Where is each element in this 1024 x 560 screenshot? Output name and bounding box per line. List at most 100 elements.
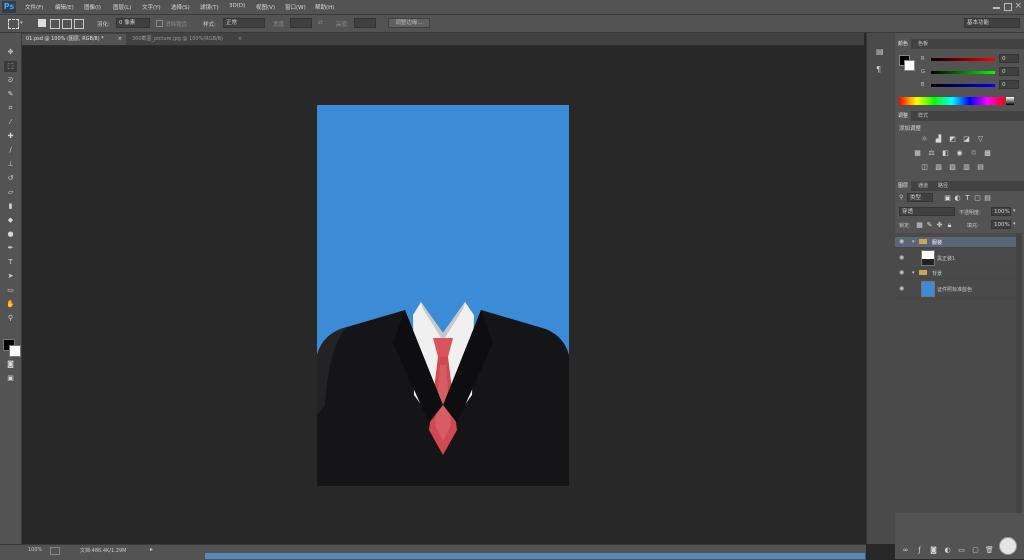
photo-filter-icon[interactable]: ◉ [955, 149, 964, 157]
crop-tool-icon[interactable]: ⌗ [4, 103, 17, 114]
menu-filter[interactable]: 滤镜(T) [200, 3, 219, 11]
layer-row-group-background[interactable]: ◉ ▾ 背景 [895, 268, 1016, 279]
move-tool-icon[interactable]: ✥ [4, 47, 17, 58]
refine-edge-button[interactable]: 调整边缘... [388, 18, 430, 28]
menu-help[interactable]: 帮助(H) [315, 3, 334, 11]
color-lookup-icon[interactable]: ▩ [983, 149, 992, 157]
channel-r-slider[interactable] [931, 58, 995, 61]
hue-saturation-icon[interactable]: ▦ [913, 149, 922, 157]
posterize-icon[interactable]: ▧ [934, 163, 943, 171]
channel-r-input[interactable]: 0 [999, 54, 1019, 63]
tab-paths[interactable]: 路径 [935, 181, 951, 191]
hand-tool-icon[interactable]: ✋ [4, 299, 17, 310]
pen-tool-icon[interactable]: ✒ [4, 243, 17, 254]
lock-paint-icon[interactable]: ✎ [925, 221, 934, 229]
width-input[interactable] [290, 18, 312, 28]
brush-tool-icon[interactable]: ∕ [4, 145, 17, 156]
filter-adjustment-icon[interactable]: ◐ [953, 194, 962, 202]
exposure-icon[interactable]: ◪ [962, 135, 971, 143]
filter-type-icon[interactable]: T [963, 194, 972, 202]
opacity-chevron-icon[interactable]: ▾ [1013, 208, 1016, 214]
channel-g-input[interactable]: 0 [999, 67, 1019, 76]
channel-b-input[interactable]: 0 [999, 80, 1019, 89]
menu-image[interactable]: 图像(I) [84, 3, 101, 11]
add-mask-icon[interactable]: ◙ [929, 546, 938, 554]
tab-01-psd[interactable]: 01.psd @ 100% (图层, RGB/8) * × [22, 34, 126, 45]
color-balance-icon[interactable]: ⚖ [927, 149, 936, 157]
visibility-eye-icon[interactable]: ◉ [899, 254, 904, 261]
new-group-icon[interactable]: ▭ [957, 546, 966, 554]
lock-transparent-icon[interactable]: ▦ [915, 221, 924, 229]
fill-input[interactable]: 100% [991, 220, 1011, 229]
clone-stamp-tool-icon[interactable]: ⊥ [4, 159, 17, 170]
close-window-icon[interactable]: × [1014, 1, 1022, 11]
menu-select[interactable]: 选择(S) [171, 3, 190, 11]
vibrance-icon[interactable]: ▽ [976, 135, 985, 143]
fill-chevron-icon[interactable]: ▾ [1013, 221, 1016, 227]
tab-adjustments[interactable]: 调整 [895, 111, 912, 121]
grayscale-ramp[interactable] [1006, 97, 1014, 105]
color-bg-swatch[interactable] [904, 60, 915, 71]
shape-tool-icon[interactable]: ▭ [4, 285, 17, 296]
eraser-tool-icon[interactable]: ▱ [4, 187, 17, 198]
gradient-tool-icon[interactable]: ▮ [4, 201, 17, 212]
visibility-eye-icon[interactable]: ◉ [899, 285, 904, 292]
menu-type[interactable]: 文字(Y) [142, 3, 161, 11]
antialias-checkbox[interactable] [156, 20, 163, 27]
layer-kind-filter[interactable]: 类型 [907, 193, 933, 202]
quick-mask-icon[interactable]: ◙ [4, 359, 17, 370]
type-tool-icon[interactable]: T [4, 257, 17, 268]
visibility-eye-icon[interactable]: ◉ [899, 269, 904, 276]
brightness-icon[interactable]: ☼ [920, 135, 929, 143]
menu-view[interactable]: 视图(V) [256, 3, 275, 11]
path-select-tool-icon[interactable]: ➤ [4, 271, 17, 282]
layer-style-icon[interactable]: ƒ [915, 546, 924, 554]
delete-layer-icon[interactable]: 🗑︎ [985, 546, 994, 554]
tab-close-icon[interactable]: × [118, 34, 122, 45]
tab-channels[interactable]: 通道 [915, 181, 931, 191]
gradient-map-icon[interactable]: ▥ [962, 163, 971, 171]
status-icon[interactable] [50, 547, 60, 555]
tab-picture-jpg[interactable]: 360截图_picture.jpg @ 100%(RGB/8) × [128, 34, 246, 45]
filter-pixel-icon[interactable]: ▣ [943, 194, 952, 202]
minimize-icon[interactable] [993, 7, 1000, 9]
link-layers-icon[interactable]: ∞ [901, 546, 910, 554]
filter-shape-icon[interactable]: ▢ [973, 194, 982, 202]
marquee-tool-icon[interactable] [8, 19, 19, 29]
healing-brush-tool-icon[interactable]: ✚ [4, 131, 17, 142]
new-layer-icon[interactable]: ▢ [971, 546, 980, 554]
expand-arrow-icon[interactable]: ▾ [912, 270, 915, 276]
add-selection-icon[interactable] [50, 19, 60, 29]
menu-window[interactable]: 窗口(W) [285, 3, 306, 11]
selective-color-icon[interactable]: ▤ [976, 163, 985, 171]
channel-b-slider[interactable] [931, 84, 995, 87]
filter-smart-icon[interactable]: ▤ [983, 194, 992, 202]
intersect-selection-icon[interactable] [74, 19, 84, 29]
tab-close-icon[interactable]: × [238, 34, 242, 45]
tab-styles[interactable]: 样式 [915, 111, 931, 121]
feather-input[interactable]: 0 像素 [116, 18, 150, 28]
status-menu-arrow-icon[interactable]: ▸ [150, 546, 153, 553]
new-selection-icon[interactable] [38, 19, 46, 27]
blur-tool-icon[interactable]: ◆ [4, 215, 17, 226]
menu-edit[interactable]: 编辑(E) [55, 3, 74, 11]
history-panel-icon[interactable]: ▤ [876, 47, 884, 56]
height-input[interactable] [354, 18, 376, 28]
menu-3d[interactable]: 3D(D) [229, 3, 245, 9]
layer-row-blue-background[interactable]: ◉ 证件照标准蓝色 [895, 279, 1016, 299]
background-color-swatch[interactable] [9, 345, 21, 357]
opacity-input[interactable]: 100% [991, 207, 1011, 216]
color-spectrum-bar[interactable] [899, 97, 1005, 105]
layer-row-suit[interactable]: ◉ 黑正装1 [895, 248, 1016, 268]
subtract-selection-icon[interactable] [62, 19, 72, 29]
black-white-icon[interactable]: ◧ [941, 149, 950, 157]
zoom-tool-icon[interactable]: ⚲ [4, 313, 17, 324]
visibility-eye-icon[interactable]: ◉ [899, 238, 904, 245]
lock-move-icon[interactable]: ✥ [935, 221, 944, 229]
maximize-icon[interactable] [1004, 3, 1012, 11]
blend-mode-select[interactable]: 穿透 [899, 207, 955, 216]
tab-swatches[interactable]: 色板 [915, 39, 931, 49]
threshold-icon[interactable]: ▨ [948, 163, 957, 171]
screen-mode-icon[interactable]: ▣ [4, 373, 17, 384]
dodge-tool-icon[interactable]: ● [4, 229, 17, 240]
